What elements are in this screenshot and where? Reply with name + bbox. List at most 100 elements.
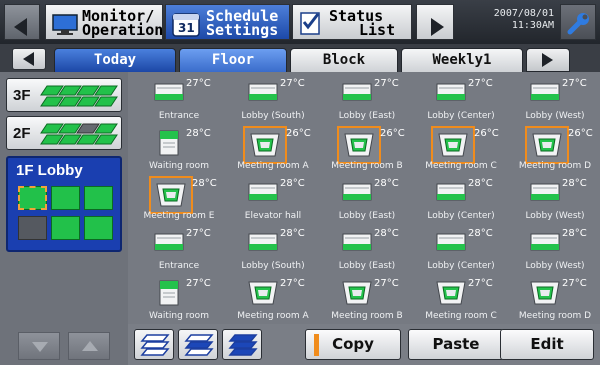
header-prev-button[interactable] bbox=[4, 4, 40, 40]
unit-cell[interactable]: 27°C Lobby (South) bbox=[226, 76, 320, 126]
floor-scroll-down-button[interactable] bbox=[18, 332, 60, 360]
unit-cell[interactable]: 26°C Meeting room C bbox=[414, 126, 508, 176]
tab-block[interactable]: Block bbox=[290, 48, 398, 72]
unit-cell[interactable]: 28°C Lobby (Center) bbox=[414, 176, 508, 226]
tab-floor[interactable]: Floor bbox=[179, 48, 287, 72]
unit-temperature: 28°C bbox=[192, 178, 217, 189]
unit-cell[interactable]: 27°C Lobby (Center) bbox=[414, 76, 508, 126]
floor-1f-lobby-button[interactable]: 1F Lobby bbox=[6, 156, 122, 252]
unit-cell[interactable]: 26°C Meeting room A bbox=[226, 126, 320, 176]
unit-cell[interactable]: 28°C Lobby (East) bbox=[320, 226, 414, 276]
wall-unit-icon bbox=[154, 83, 184, 101]
tab-status-list[interactable]: Status List bbox=[292, 4, 412, 40]
select-all-button[interactable] bbox=[134, 329, 174, 360]
unit-temperature: 26°C bbox=[474, 128, 499, 139]
zone-cell[interactable] bbox=[51, 216, 80, 240]
unit-temperature: 27°C bbox=[374, 78, 399, 89]
ceiling-cassette-icon bbox=[436, 281, 466, 305]
unit-name: Lobby (West) bbox=[525, 261, 585, 271]
unit-cell[interactable]: 27°C Lobby (East) bbox=[320, 76, 414, 126]
unit-icon-frame bbox=[528, 178, 562, 208]
arrow-up-icon bbox=[82, 341, 98, 351]
unit-cell[interactable]: 26°C Meeting room D bbox=[508, 126, 600, 176]
unit-cell[interactable]: 26°C Meeting room B bbox=[320, 126, 414, 176]
unit-name: Meeting room A bbox=[237, 161, 309, 171]
wall-unit-icon bbox=[154, 233, 184, 251]
unit-cell[interactable]: 28°C Waiting room bbox=[132, 126, 226, 176]
unit-cell[interactable]: 27°C Entrance bbox=[132, 226, 226, 276]
zone-cell[interactable] bbox=[18, 186, 47, 210]
floor-3f-button[interactable]: 3F bbox=[6, 78, 122, 112]
unit-temperature: 27°C bbox=[562, 78, 587, 89]
unit-temperature: 27°C bbox=[562, 278, 587, 289]
unit-temperature: 26°C bbox=[286, 128, 311, 139]
unit-temperature: 28°C bbox=[280, 228, 305, 239]
unit-cell[interactable]: 27°C Waiting room bbox=[132, 276, 226, 326]
ceiling-cassette-icon bbox=[342, 281, 372, 305]
copy-button[interactable]: Copy bbox=[305, 329, 401, 360]
unit-cell[interactable]: 27°C Meeting room D bbox=[508, 276, 600, 326]
unit-name: Meeting room D bbox=[518, 161, 592, 171]
unit-name: Waiting room bbox=[149, 161, 209, 171]
header-next-button[interactable] bbox=[416, 4, 454, 40]
floor-2f-button[interactable]: 2F bbox=[6, 116, 122, 150]
unit-cell[interactable]: 27°C Meeting room A bbox=[226, 276, 320, 326]
ceiling-cassette-icon bbox=[250, 133, 280, 157]
zone-cell[interactable] bbox=[84, 186, 113, 210]
unit-cell[interactable]: 27°C Meeting room C bbox=[414, 276, 508, 326]
paste-button[interactable]: Paste bbox=[408, 329, 504, 360]
unit-cell[interactable]: 28°C Lobby (West) bbox=[508, 176, 600, 226]
tab-monitor-operation[interactable]: Monitor/ Operation bbox=[45, 4, 163, 40]
wall-unit-icon bbox=[436, 233, 466, 251]
unit-name: Entrance bbox=[158, 261, 200, 271]
unit-name: Meeting room C bbox=[425, 161, 497, 171]
subtab-prev-button[interactable] bbox=[12, 48, 46, 70]
unit-icon-frame bbox=[340, 178, 374, 208]
bottom-toolbar: Copy Paste Edit bbox=[128, 324, 600, 365]
unit-icon-frame bbox=[434, 228, 468, 258]
zone-cell[interactable] bbox=[84, 216, 113, 240]
tab-schedule-settings[interactable]: 31 Schedule Settings bbox=[165, 4, 290, 40]
unit-cell[interactable]: 27°C Entrance bbox=[132, 76, 226, 126]
unit-cell[interactable]: 27°C Lobby (West) bbox=[508, 76, 600, 126]
select-none-button[interactable] bbox=[222, 329, 262, 360]
unit-cell[interactable]: 28°C Lobby (Center) bbox=[414, 226, 508, 276]
unit-cell[interactable]: 28°C Lobby (South) bbox=[226, 226, 320, 276]
calendar-icon: 31 bbox=[172, 13, 200, 37]
maintenance-button[interactable] bbox=[560, 4, 596, 40]
wall-unit-icon bbox=[530, 233, 560, 251]
unit-icon-frame bbox=[340, 78, 374, 108]
unit-icon-frame bbox=[243, 126, 287, 164]
floor-scroll-up-button[interactable] bbox=[68, 332, 110, 360]
edit-button[interactable]: Edit bbox=[500, 329, 594, 360]
unit-cell[interactable]: 28°C Meeting room E bbox=[132, 176, 226, 226]
unit-icon-frame bbox=[246, 228, 280, 258]
tab-monitor-line2: Operation bbox=[82, 21, 164, 39]
unit-temperature: 27°C bbox=[468, 278, 493, 289]
unit-cell[interactable]: 28°C Elevator hall bbox=[226, 176, 320, 226]
unit-name: Meeting room B bbox=[331, 311, 403, 321]
subtab-next-button[interactable] bbox=[526, 48, 570, 72]
zone-cell[interactable] bbox=[51, 186, 80, 210]
select-group-button[interactable] bbox=[178, 329, 218, 360]
zone-cell[interactable] bbox=[18, 216, 47, 240]
unit-cell[interactable]: 27°C Meeting room B bbox=[320, 276, 414, 326]
ceiling-cassette-icon bbox=[156, 183, 186, 207]
unit-cell[interactable]: 28°C Lobby (East) bbox=[320, 176, 414, 226]
unit-cell[interactable]: 28°C Lobby (West) bbox=[508, 226, 600, 276]
wall-unit-icon bbox=[436, 183, 466, 201]
checklist-icon bbox=[300, 12, 320, 35]
wall-unit-icon bbox=[342, 83, 372, 101]
unit-temperature: 27°C bbox=[186, 78, 211, 89]
unit-name: Lobby (East) bbox=[338, 261, 396, 271]
ceiling-cassette-icon bbox=[438, 133, 468, 157]
wall-unit-icon bbox=[530, 183, 560, 201]
tab-today[interactable]: Today bbox=[54, 48, 176, 72]
unit-temperature: 27°C bbox=[186, 228, 211, 239]
ceiling-cassette-icon bbox=[344, 133, 374, 157]
floor-1f-label: 1F Lobby bbox=[16, 162, 83, 179]
unit-icon-frame bbox=[340, 278, 374, 308]
unit-name: Waiting room bbox=[149, 311, 209, 321]
tab-weekly1[interactable]: Weekly1 bbox=[401, 48, 523, 72]
ceiling-cassette-icon bbox=[530, 281, 560, 305]
